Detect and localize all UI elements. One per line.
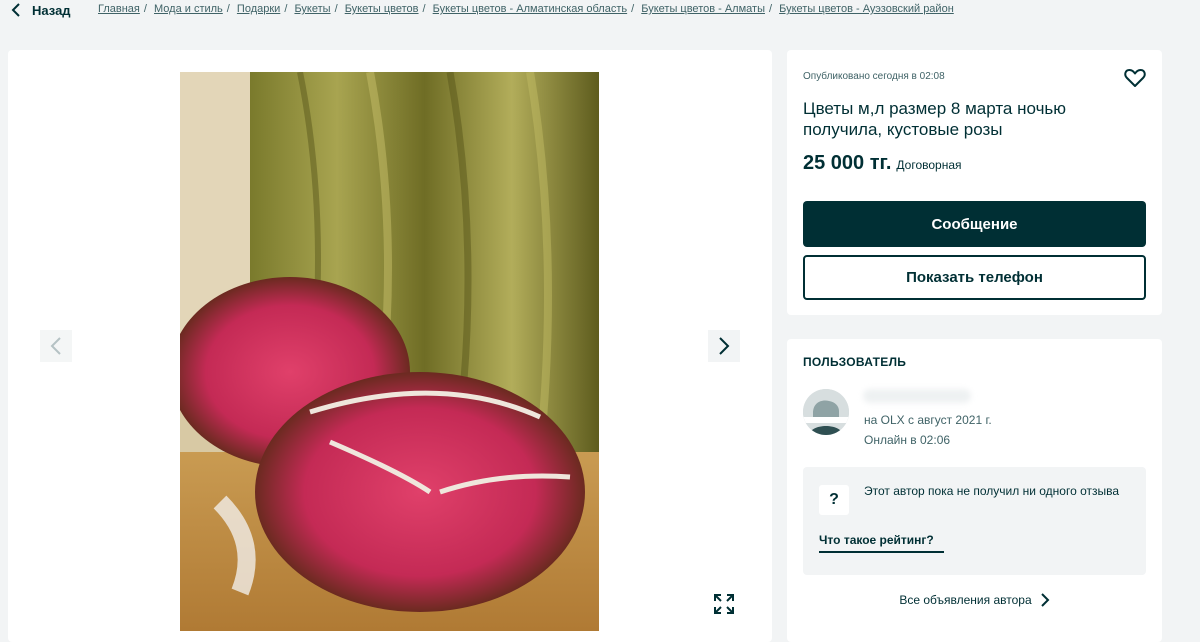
breadcrumb-item-gifts[interactable]: Подарки [237, 3, 280, 15]
breadcrumb-item-fashion[interactable]: Мода и стиль [154, 3, 223, 15]
avatar-placeholder-icon [803, 389, 849, 435]
breadcrumb-separator: / [422, 3, 426, 15]
back-button[interactable]: Назад [10, 0, 71, 20]
rating-text: Этот автор пока не получил ни одного отз… [864, 484, 1120, 498]
chevron-left-icon [50, 337, 61, 355]
back-label: Назад [32, 2, 71, 18]
rating-link-underline [819, 551, 944, 553]
breadcrumb-item-home[interactable]: Главная [98, 3, 140, 15]
breadcrumb-separator: / [334, 3, 338, 15]
breadcrumb-item-flower-bouquets[interactable]: Букеты цветов [345, 3, 419, 15]
user-card: ПОЛЬЗОВАТЕЛЬ на OLX с август 2021 г. Онл… [787, 339, 1162, 642]
message-button[interactable]: Сообщение [803, 201, 1146, 247]
chevron-right-icon [719, 337, 730, 355]
posted-date: Опубликовано сегодня в 02:08 [803, 71, 945, 82]
listing-photo[interactable] [180, 72, 599, 631]
all-author-ads-link[interactable]: Все объявления автора [787, 593, 1162, 607]
breadcrumb-item-region[interactable]: Букеты цветов - Алматинская область [433, 3, 627, 15]
heart-icon[interactable] [1123, 66, 1147, 90]
breadcrumb-separator: / [631, 3, 635, 15]
breadcrumb: Главная / Мода и стиль / Подарки / Букеты / … [98, 3, 954, 15]
roses-photo-image [180, 72, 599, 631]
breadcrumb-separator: / [768, 3, 773, 15]
chevron-right-icon [1040, 593, 1050, 607]
question-icon: ? [819, 485, 849, 515]
breadcrumb-item-bouquets[interactable]: Букеты [294, 3, 330, 15]
breadcrumb-separator: / [143, 3, 147, 15]
next-photo-button[interactable] [708, 330, 740, 362]
show-phone-button[interactable]: Показать телефон [803, 255, 1146, 300]
previous-photo-button[interactable] [40, 330, 72, 362]
avatar[interactable] [803, 389, 849, 435]
last-online: Онлайн в 02:06 [864, 433, 951, 447]
breadcrumb-separator: / [226, 3, 230, 15]
rating-box: ? Этот автор пока не получил ни одного о… [803, 467, 1146, 575]
all-ads-label: Все объявления автора [899, 593, 1032, 607]
ad-title: Цветы м,л размер 8 марта ночью получила,… [803, 99, 1067, 139]
breadcrumb-item-city[interactable]: Букеты цветов - Алматы [641, 3, 765, 15]
price-row: 25 000 тг. Договорная [803, 152, 962, 175]
expand-icon [714, 594, 734, 614]
top-bar: Назад Главная / Мода и стиль / Подарки / Бу… [0, 0, 1200, 22]
member-since: на OLX с август 2021 г. [864, 413, 992, 427]
photo-gallery [8, 50, 772, 642]
what-is-rating-link[interactable]: Что такое рейтинг? [819, 533, 934, 547]
chevron-left-icon [11, 3, 20, 17]
user-name-blurred [863, 389, 971, 403]
price: 25 000 тг. [803, 152, 892, 174]
user-heading: ПОЛЬЗОВАТЕЛЬ [803, 355, 907, 369]
fullscreen-button[interactable] [708, 588, 740, 620]
breadcrumb-separator: / [284, 3, 288, 15]
breadcrumb-item-district[interactable]: Букеты цветов - Ауэзовский район [779, 3, 954, 15]
negotiable-label: Договорная [896, 158, 962, 172]
ad-info-card: Опубликовано сегодня в 02:08 Цветы м,л р… [787, 50, 1162, 315]
